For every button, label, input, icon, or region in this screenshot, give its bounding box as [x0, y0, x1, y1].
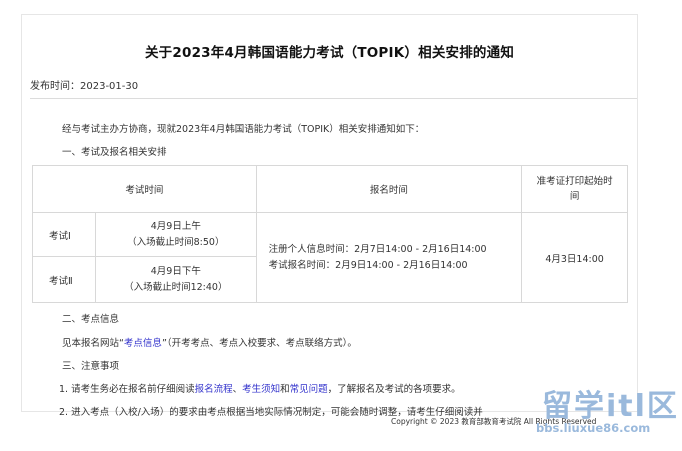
note1-suffix: ，了解报名及考试的各项要求。: [327, 384, 461, 395]
exam-entry-deadline: （入场截止时间12:40）: [124, 281, 228, 293]
note1-prefix: 1. 请考生务必在报名前仔细阅读: [59, 384, 195, 395]
exam-time-cell: 4月9日下午 （入场截止时间12:40）: [94, 256, 257, 303]
divider: [30, 98, 637, 99]
registration-info-line: 注册个人信息时间：2月7日14:00 - 2月16日14:00: [268, 243, 487, 255]
section-heading-exam: 一、考试及报名相关安排: [62, 147, 167, 158]
exam-entry-deadline: （入场截止时间8:50）: [127, 236, 225, 248]
table-header-row: 考试时间 报名时间 准考证打印起始时间: [32, 165, 628, 213]
venue-prefix: 见本报名网站“: [62, 338, 124, 349]
intro-text: 经与考试主办方协商，现就2023年4月韩国语能力考试（TOPIK）相关安排通知如…: [62, 124, 425, 135]
exam-level-cell: 考试Ⅰ: [32, 212, 96, 257]
venue-info-text: 见本报名网站“考点信息”（开考考点、考点入校要求、考点联络方式）。: [62, 335, 357, 349]
venue-info-link[interactable]: 考点信息: [124, 338, 162, 349]
registration-process-link[interactable]: 报名流程: [195, 384, 233, 395]
note1-separator: 和: [280, 384, 290, 395]
header-exam-time: 考试时间: [32, 165, 257, 213]
publish-label: 发布时间：: [30, 81, 80, 92]
candidate-notice-link[interactable]: 考生须知: [242, 384, 280, 395]
notice-page: 关于2023年4月韩国语能力考试（TOPIK）相关安排的通知 发布时间：2023…: [21, 14, 638, 418]
registration-exam-line: 考试报名时间：2月9日14:00 - 2月16日14:00: [268, 259, 468, 271]
admission-print-cell: 4月3日14:00: [521, 212, 628, 303]
table-row: 考试Ⅰ 4月9日上午 （入场截止时间8:50） 注册个人信息时间：2月7日14:…: [32, 212, 628, 303]
publish-date-value: 2023-01-30: [80, 81, 139, 92]
copyright-text: Copyright © 2023 教育部教育考试院 All Rights Res…: [391, 417, 597, 426]
header-registration-time: 报名时间: [255, 165, 523, 213]
publish-date: 发布时间：2023-01-30: [30, 77, 138, 92]
exam-time-line: 4月9日下午: [150, 265, 201, 277]
page-title: 关于2023年4月韩国语能力考试（TOPIK）相关安排的通知: [144, 45, 515, 61]
note-item: 1. 请考生务必在报名前仔细阅读报名流程、考生须知和常见问题，了解报名及考试的各…: [59, 381, 461, 395]
note1-separator: 、: [232, 384, 243, 395]
header-admission-print: 准考证打印起始时间: [521, 165, 628, 213]
venue-suffix: ”（开考考点、考点入校要求、考点联络方式）。: [161, 338, 357, 349]
section-heading-venue: 二、考点信息: [62, 314, 120, 325]
exam-time-line: 4月9日上午: [150, 220, 201, 232]
section-heading-notes: 三、注意事项: [62, 361, 120, 372]
exam-level-cell: 考试Ⅱ: [32, 256, 96, 303]
registration-time-cell: 注册个人信息时间：2月7日14:00 - 2月16日14:00 考试报名时间：2…: [255, 212, 523, 303]
exam-time-cell: 4月9日上午 （入场截止时间8:50）: [94, 212, 257, 257]
exam-schedule-table: 考试时间 报名时间 准考证打印起始时间 考试Ⅰ 4月9日上午 （入场截止时间8:…: [32, 165, 628, 303]
faq-link[interactable]: 常见问题: [290, 384, 328, 395]
